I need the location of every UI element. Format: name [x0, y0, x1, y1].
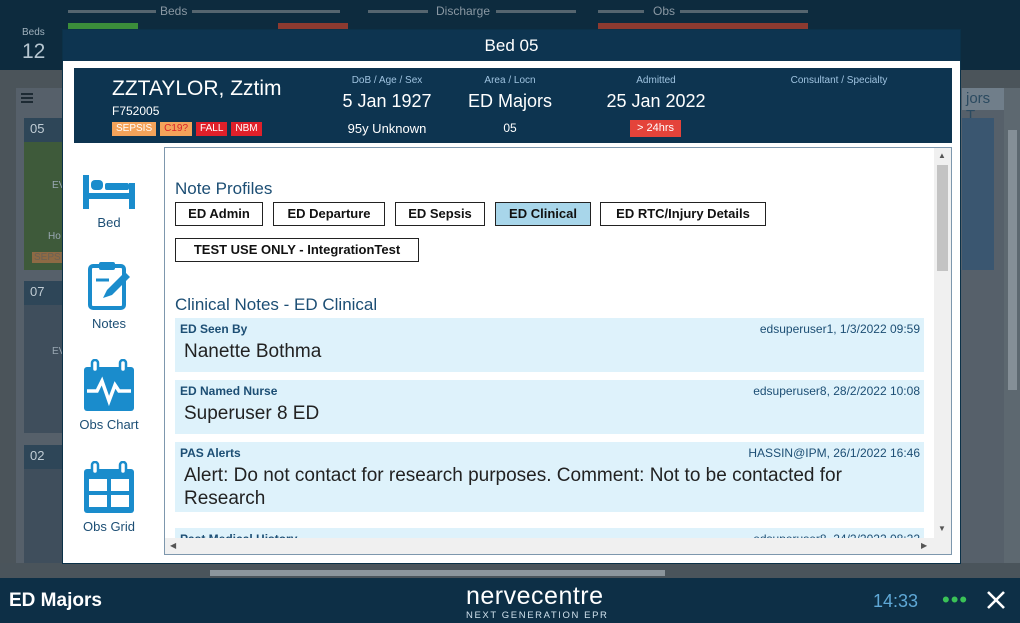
consultant-label: Consultant / Specialty — [790, 75, 888, 86]
note-profiles-title: Note Profiles — [175, 179, 273, 198]
bg-beds-count: 12 — [22, 40, 46, 63]
notes-clipboard-icon — [88, 262, 130, 310]
vertical-scrollbar[interactable]: ▲ ▼ — [934, 148, 951, 538]
length-of-stay-badge: > 24hrs — [630, 120, 681, 137]
alert-tag-fall[interactable]: FALL — [196, 122, 228, 136]
bg-bed-card — [24, 142, 64, 270]
nav-obs-grid[interactable]: Obs Grid — [74, 461, 144, 534]
more-menu-icon[interactable]: ••• — [942, 587, 968, 613]
scroll-right-icon[interactable]: ▶ — [921, 541, 927, 550]
bg-bed-card — [24, 305, 64, 433]
vertical-scroll-thumb[interactable] — [937, 165, 948, 271]
bg-divider — [68, 10, 156, 13]
scroll-up-icon[interactable]: ▲ — [938, 151, 946, 160]
hamburger-icon — [21, 93, 33, 103]
alert-tag-sepsis[interactable]: SEPSIS — [112, 122, 157, 136]
note-meta: edsuperuser8, 28/2/2022 10:08 — [753, 384, 920, 398]
profile-button-test-integration[interactable]: TEST USE ONLY - IntegrationTest — [175, 238, 419, 262]
profile-button-ed-departure[interactable]: ED Departure — [273, 202, 385, 226]
dob-value: 5 Jan 1927 — [342, 91, 432, 111]
nav-bed[interactable]: Bed — [74, 169, 144, 230]
dialog-title: Bed 05 — [63, 30, 960, 61]
nervecentre-logo: nervecentre — [466, 582, 604, 610]
bg-ward-tab: jors T — [962, 88, 1006, 124]
nav-label: Obs Grid — [82, 519, 135, 534]
profile-button-ed-clinical[interactable]: ED Clinical — [495, 202, 591, 226]
admitted-value: 25 Jan 2022 — [606, 91, 706, 111]
nav-obs-chart[interactable]: Obs Chart — [74, 359, 144, 432]
note-body: Superuser 8 ED — [184, 403, 320, 424]
bg-card-header: 05 — [24, 118, 64, 142]
note-heading: PAS Alerts — [180, 446, 241, 460]
area-value: ED Majors — [467, 91, 552, 111]
note-body: Nanette Bothma — [184, 341, 322, 362]
alert-tag-c19[interactable]: C19? — [160, 122, 193, 136]
nav-label: Notes — [92, 316, 126, 331]
bg-divider — [598, 10, 644, 13]
bg-divider — [192, 10, 340, 13]
profile-button-ed-admin[interactable]: ED Admin — [175, 202, 263, 226]
location-value: 05 — [503, 121, 517, 135]
note-body: Alert: Do not contact for research purpo… — [184, 465, 842, 509]
logo-tagline: NEXT GENERATION EPR — [466, 610, 609, 621]
note-item[interactable]: ED Seen By edsuperuser1, 1/3/2022 09:59 … — [175, 318, 924, 372]
close-icon[interactable] — [984, 588, 1008, 612]
horizontal-scrollbar[interactable]: ◀ ▶ — [165, 538, 951, 554]
bed-icon — [83, 175, 135, 209]
note-item[interactable]: PAS Alerts HASSIN@IPM, 26/1/2022 16:46 A… — [175, 442, 924, 512]
scroll-down-icon[interactable]: ▼ — [938, 524, 946, 533]
bed-dialog: Bed 05 ZZTAYLOR, Zztim F752005 SEPSIS C1… — [62, 29, 961, 564]
obs-chart-icon — [84, 359, 134, 411]
area-label: Area / Locn — [484, 75, 536, 86]
age-sex-value: 95y Unknown — [347, 121, 427, 136]
note-meta: HASSIN@IPM, 26/1/2022 16:46 — [748, 446, 920, 460]
note-heading: ED Seen By — [180, 322, 248, 336]
obs-grid-icon — [84, 461, 134, 513]
bg-beds-label: Beds — [22, 27, 45, 38]
patient-name: ZZTAYLOR, Zztim — [112, 77, 282, 100]
ward-name[interactable]: ED Majors — [9, 590, 102, 612]
bg-bed-card — [24, 469, 64, 563]
scroll-left-icon[interactable]: ◀ — [170, 541, 176, 550]
bg-divider — [496, 10, 576, 13]
bg-section-beds: Beds — [160, 4, 188, 18]
profile-button-ed-rtc-injury[interactable]: ED RTC/Injury Details — [600, 202, 766, 226]
admitted-label: Admitted — [636, 75, 676, 86]
bottom-bar: ED Majors nervecentre NEXT GENERATION EP… — [0, 578, 1020, 623]
note-meta: edsuperuser1, 1/3/2022 09:59 — [759, 322, 920, 336]
bg-divider — [680, 10, 808, 13]
bg-section-discharge: Discharge — [436, 4, 491, 18]
bg-card-header: 02 — [24, 445, 64, 469]
alert-tag-nbm[interactable]: NBM — [231, 122, 262, 136]
clock: 14:33 — [873, 591, 919, 611]
bg-card-text: Ho — [48, 231, 61, 242]
note-item[interactable]: ED Named Nurse edsuperuser8, 28/2/2022 1… — [175, 380, 924, 434]
nav-label: Bed — [97, 215, 121, 230]
nav-notes[interactable]: Notes — [74, 260, 144, 331]
bg-divider — [368, 10, 428, 13]
note-heading: ED Named Nurse — [180, 384, 278, 398]
dob-label: DoB / Age / Sex — [351, 75, 423, 86]
bg-vertical-scroll-thumb — [1008, 130, 1017, 390]
profile-button-ed-sepsis[interactable]: ED Sepsis — [395, 202, 485, 226]
notes-panel: Note Profiles ED Admin ED Departure ED S… — [164, 147, 952, 555]
patient-id: F752005 — [112, 104, 160, 118]
bg-section-obs: Obs — [653, 4, 676, 18]
patient-banner: ZZTAYLOR, Zztim F752005 SEPSIS C19? FALL… — [74, 68, 952, 143]
bg-horizontal-scroll-thumb — [210, 570, 665, 576]
nav-label: Obs Chart — [79, 417, 139, 432]
bg-card-header: 07 — [24, 281, 64, 305]
alert-tags: SEPSIS C19? FALL NBM — [112, 122, 262, 136]
clinical-notes-title: Clinical Notes - ED Clinical — [175, 295, 378, 314]
bg-column — [962, 118, 994, 270]
